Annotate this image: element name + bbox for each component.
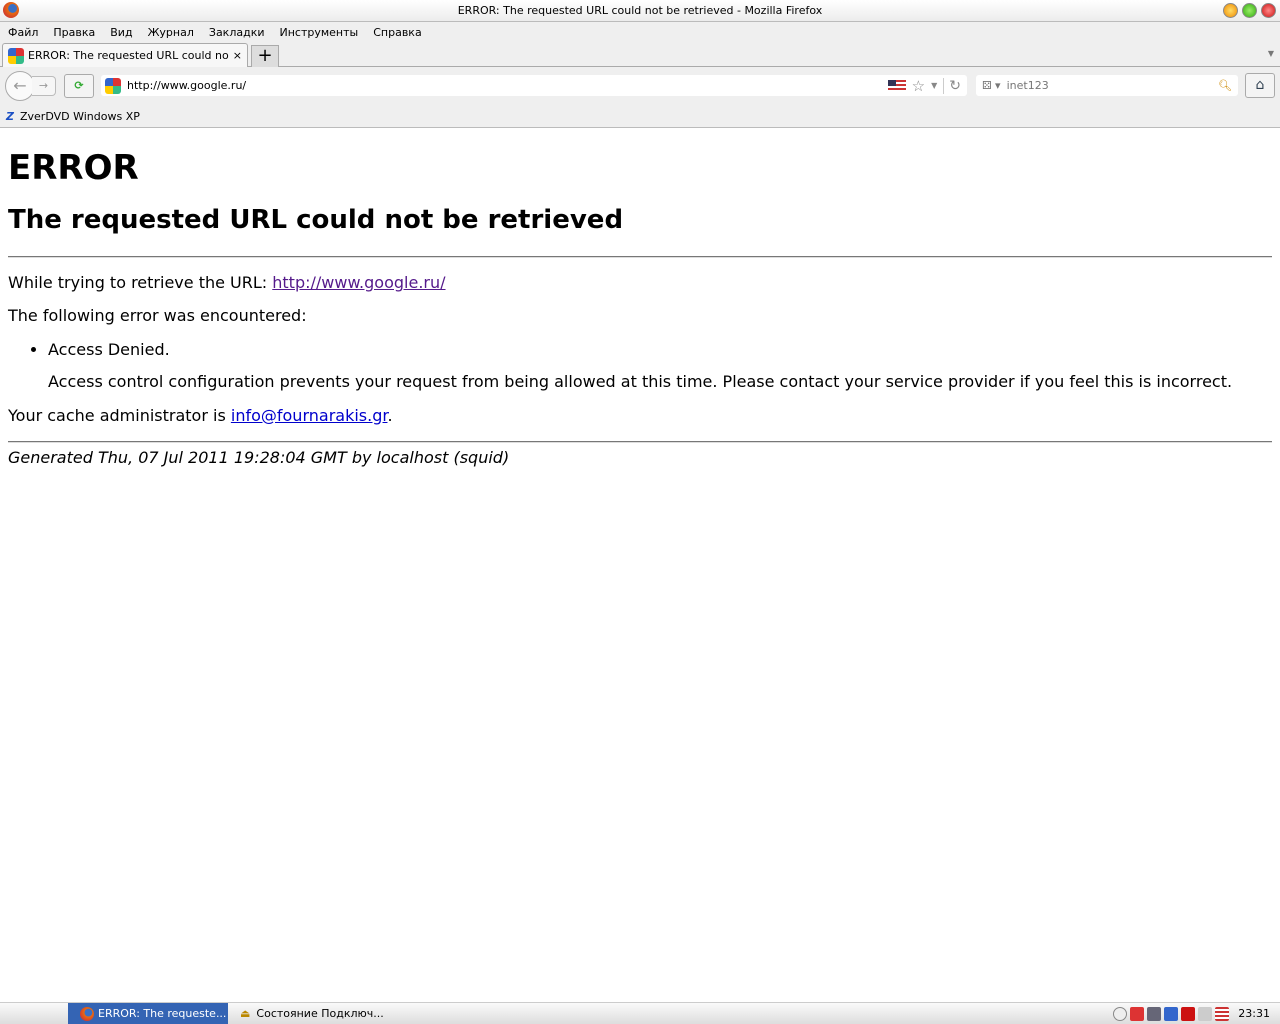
google-favicon-icon <box>8 47 24 64</box>
title-bar: ERROR: The requested URL could not be re… <box>0 0 1280 22</box>
addon-toolbar-button[interactable]: ⟳ <box>64 74 94 98</box>
home-button[interactable]: ⌂ <box>1245 73 1275 98</box>
menu-bar: Файл Правка Вид Журнал Закладки Инструме… <box>0 22 1280 43</box>
tray-volume-icon[interactable] <box>1198 1006 1213 1021</box>
taskbar-item-firefox[interactable]: ERROR: The requeste... <box>68 1003 228 1024</box>
menu-edit[interactable]: Правка <box>53 26 95 39</box>
taskbar: ERROR: The requeste... ⏏ Состояние Подкл… <box>0 1002 1280 1024</box>
firefox-icon <box>3 2 19 18</box>
forward-button[interactable]: → <box>32 76 56 96</box>
tray-app-icon[interactable] <box>1164 1006 1179 1021</box>
encountered-text: The following error was encountered: <box>8 306 307 326</box>
new-tab-button[interactable]: + <box>251 45 279 67</box>
retrieve-label: While trying to retrieve the URL: <box>8 272 273 292</box>
taskbar-item-label: Состояние Подключ... <box>256 1007 384 1020</box>
site-favicon-icon <box>105 77 121 94</box>
error-subheading: The requested URL could not be retrieved <box>8 204 624 235</box>
admin-label: Your cache administrator is <box>8 405 231 425</box>
menu-history[interactable]: Журнал <box>148 26 194 39</box>
menu-file[interactable]: Файл <box>8 26 38 39</box>
url-bar[interactable]: http://www.google.ru/ ☆ ▼ ↻ <box>101 75 967 96</box>
search-bar[interactable]: ⚄ ▾ inet123 🔍︎ <box>976 75 1238 96</box>
tray-app-icon[interactable] <box>1130 1006 1145 1021</box>
tab-bar: ERROR: The requested URL could not be...… <box>0 43 1280 67</box>
close-button[interactable] <box>1261 3 1276 18</box>
tab-error[interactable]: ERROR: The requested URL could not be...… <box>2 43 248 67</box>
page-content: ERROR The requested URL could not be ret… <box>0 148 1280 469</box>
tab-list-dropdown-icon[interactable]: ▼ <box>1268 49 1274 58</box>
reload-icon[interactable]: ↻ <box>943 77 961 94</box>
back-button[interactable]: ← <box>5 71 35 101</box>
firefox-icon <box>80 1006 94 1021</box>
tab-title: ERROR: The requested URL could not be... <box>28 49 229 62</box>
bookmark-zverdvd[interactable]: ZverDVD Windows XP <box>20 110 140 123</box>
divider <box>8 440 1272 443</box>
menu-tools[interactable]: Инструменты <box>280 26 359 39</box>
url-input[interactable]: http://www.google.ru/ <box>127 79 246 92</box>
tray-app-icon[interactable] <box>1181 1006 1196 1021</box>
error-name: Access Denied. <box>48 339 1272 361</box>
window-title: ERROR: The requested URL could not be re… <box>457 4 823 17</box>
search-magnifier-icon[interactable]: 🔍︎ <box>1218 79 1232 92</box>
admin-line: Your cache administrator is info@fournar… <box>8 405 1272 427</box>
history-dropdown-icon[interactable]: ▼ <box>931 81 937 90</box>
taskbar-item-label: ERROR: The requeste... <box>98 1007 227 1020</box>
admin-email-link[interactable]: info@fournarakis.gr <box>231 406 388 425</box>
us-flag-icon[interactable] <box>887 80 906 91</box>
error-explanation: Access control configuration prevents yo… <box>48 372 1233 392</box>
search-input[interactable]: inet123 <box>1007 79 1212 92</box>
tray-clock[interactable]: 23:31 <box>1238 1007 1270 1020</box>
maximize-button[interactable] <box>1242 3 1257 18</box>
navigation-bar: ← → ⟳ http://www.google.ru/ ☆ ▼ ↻ ⚄ ▾ in… <box>0 67 1280 105</box>
error-heading: ERROR <box>8 148 139 188</box>
tab-close-icon[interactable]: × <box>233 49 242 62</box>
system-tray: 23:31 <box>1113 1006 1280 1021</box>
tray-language-flag-icon[interactable] <box>1215 1006 1230 1021</box>
taskbar-item-connection[interactable]: ⏏ Состояние Подключ... <box>228 1007 384 1020</box>
bookmark-star-icon[interactable]: ☆ <box>912 77 925 95</box>
search-engine-icon[interactable]: ⚄ ▾ <box>982 79 1001 92</box>
admin-suffix: . <box>387 405 393 425</box>
tray-arrow-icon[interactable] <box>1113 1006 1128 1021</box>
zverdvd-icon: Z <box>6 109 14 123</box>
divider <box>8 255 1272 258</box>
bookmarks-bar: Z ZverDVD Windows XP <box>0 105 1280 128</box>
tray-network-icon[interactable] <box>1147 1006 1162 1021</box>
menu-help[interactable]: Справка <box>373 26 421 39</box>
network-icon: ⏏ <box>240 1007 251 1020</box>
generated-footer: Generated Thu, 07 Jul 2011 19:28:04 GMT … <box>8 447 510 467</box>
menu-bookmarks[interactable]: Закладки <box>209 26 265 39</box>
retrieve-line: While trying to retrieve the URL: http:/… <box>8 272 1272 294</box>
minimize-button[interactable] <box>1223 3 1238 18</box>
retrieve-url-link[interactable]: http://www.google.ru/ <box>272 273 445 292</box>
menu-view[interactable]: Вид <box>110 26 132 39</box>
